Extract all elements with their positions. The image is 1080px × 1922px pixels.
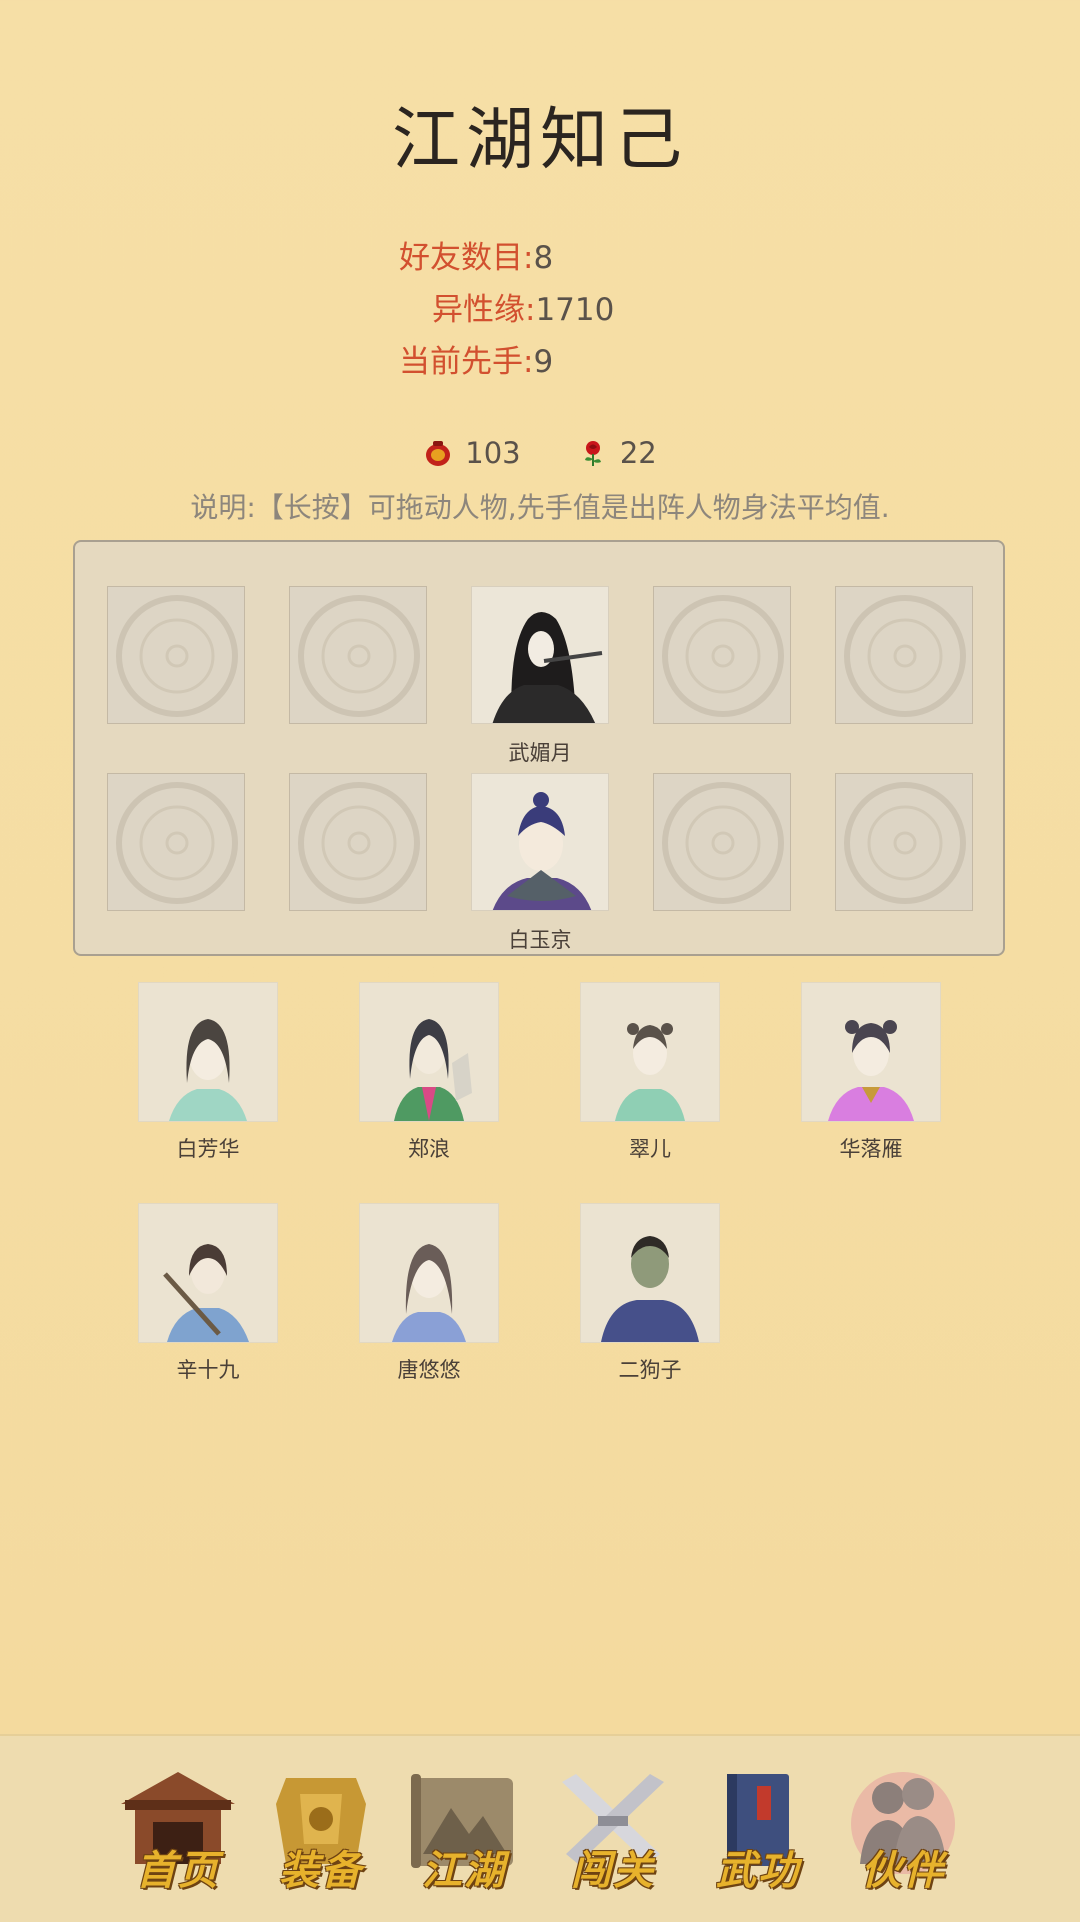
affinity-value: 1710 bbox=[535, 292, 615, 328]
empty-slot-emblem bbox=[844, 782, 966, 904]
nav-martial-button[interactable]: 武功 bbox=[693, 1764, 823, 1904]
formation-panel: 武媚月 白玉京 bbox=[73, 540, 1005, 956]
empty-slot-emblem bbox=[298, 782, 420, 904]
empty-slot-emblem bbox=[298, 595, 420, 717]
empty-slot-emblem bbox=[662, 782, 784, 904]
roster-name: 华落雁 bbox=[839, 1137, 903, 1161]
friend-count-label: 好友数目: bbox=[399, 240, 534, 276]
nav-home-label: 首页 bbox=[136, 1847, 220, 1894]
portrait-wu-meiyue bbox=[492, 612, 603, 723]
portrait-hua-luoyan bbox=[801, 982, 941, 1122]
nav-equipment-button[interactable]: 装备 bbox=[256, 1764, 386, 1904]
roster-name: 白芳华 bbox=[176, 1137, 240, 1161]
pot-count: 103 bbox=[465, 436, 521, 470]
initiative-row: 当前先手:9 bbox=[399, 336, 553, 381]
affinity-label: 异性缘: bbox=[432, 292, 536, 328]
currency-bar: 103 22 bbox=[0, 436, 1080, 475]
empty-slot-emblem bbox=[116, 782, 238, 904]
roster-name: 翠儿 bbox=[629, 1137, 671, 1161]
nav-challenge-label: 闯关 bbox=[571, 1847, 655, 1894]
initiative-label: 当前先手: bbox=[399, 344, 534, 380]
formation-slot-empty[interactable] bbox=[835, 586, 973, 724]
nav-equipment-label: 装备 bbox=[279, 1847, 363, 1894]
friend-count-value: 8 bbox=[533, 240, 554, 276]
empty-slot-emblem bbox=[662, 595, 784, 717]
nav-challenge-button[interactable]: 闯关 bbox=[548, 1764, 678, 1904]
formation-slot-name: 白玉京 bbox=[508, 928, 572, 952]
roster-card[interactable]: 白芳华 bbox=[138, 982, 278, 1163]
rose-count: 22 bbox=[619, 436, 657, 470]
initiative-value: 9 bbox=[533, 344, 554, 380]
formation-slot-empty[interactable] bbox=[653, 773, 791, 911]
portrait-bai-fanghua bbox=[138, 982, 278, 1122]
formation-slot-empty[interactable] bbox=[835, 773, 973, 911]
portrait-bai-yujing bbox=[492, 792, 592, 910]
roster-card[interactable]: 翠儿 bbox=[580, 982, 720, 1163]
empty-slot-emblem bbox=[116, 595, 238, 717]
bottom-nav: 首页 装备 江湖 闯关 武功 伙伴 bbox=[0, 1734, 1080, 1922]
nav-home-button[interactable]: 首页 bbox=[113, 1764, 243, 1904]
formation-slot-character[interactable] bbox=[471, 773, 609, 911]
affinity-row: 异性缘:1710 bbox=[432, 284, 614, 329]
formation-slot-character[interactable] bbox=[471, 586, 609, 724]
formation-slot-empty[interactable] bbox=[653, 586, 791, 724]
portrait-cui-er bbox=[580, 982, 720, 1122]
formation-slot-empty[interactable] bbox=[107, 773, 245, 911]
roster-name: 唐悠悠 bbox=[397, 1358, 461, 1382]
empty-slot-emblem bbox=[844, 595, 966, 717]
nav-jianghu-button[interactable]: 江湖 bbox=[399, 1764, 529, 1904]
red-pot-icon bbox=[426, 441, 451, 466]
friend-count-row: 好友数目:8 bbox=[399, 232, 553, 277]
formation-slot-empty[interactable] bbox=[289, 773, 427, 911]
formation-slot-empty[interactable] bbox=[289, 586, 427, 724]
roster-card[interactable]: 华落雁 bbox=[801, 982, 941, 1163]
nav-partner-button[interactable]: 伙伴 bbox=[838, 1764, 968, 1904]
roster-card[interactable]: 二狗子 bbox=[580, 1203, 720, 1384]
roster-card[interactable]: 郑浪 bbox=[359, 982, 499, 1163]
formation-slot-name: 武媚月 bbox=[508, 741, 572, 765]
hint-text: 说明:【长按】可拖动人物,先手值是出阵人物身法平均值. bbox=[190, 491, 890, 524]
roster-card[interactable]: 唐悠悠 bbox=[359, 1203, 499, 1384]
nav-jianghu-label: 江湖 bbox=[422, 1847, 506, 1894]
roster-name: 郑浪 bbox=[408, 1137, 450, 1161]
roster-name: 二狗子 bbox=[618, 1358, 682, 1382]
nav-partner-label: 伙伴 bbox=[861, 1847, 945, 1894]
page-title: 江湖知己 bbox=[391, 101, 688, 180]
formation-slot-empty[interactable] bbox=[107, 586, 245, 724]
nav-martial-label: 武功 bbox=[716, 1847, 800, 1894]
portrait-xin-shijiu bbox=[138, 1203, 278, 1343]
rose-icon bbox=[584, 441, 601, 466]
pot-counter: 103 bbox=[423, 436, 521, 470]
portrait-tang-youyou bbox=[359, 1203, 499, 1343]
roster-name: 辛十九 bbox=[176, 1358, 240, 1382]
rose-counter: 22 bbox=[578, 436, 657, 470]
portrait-zheng-lang bbox=[359, 982, 499, 1122]
roster-card[interactable]: 辛十九 bbox=[138, 1203, 278, 1384]
portrait-er-gouzi bbox=[580, 1203, 720, 1343]
